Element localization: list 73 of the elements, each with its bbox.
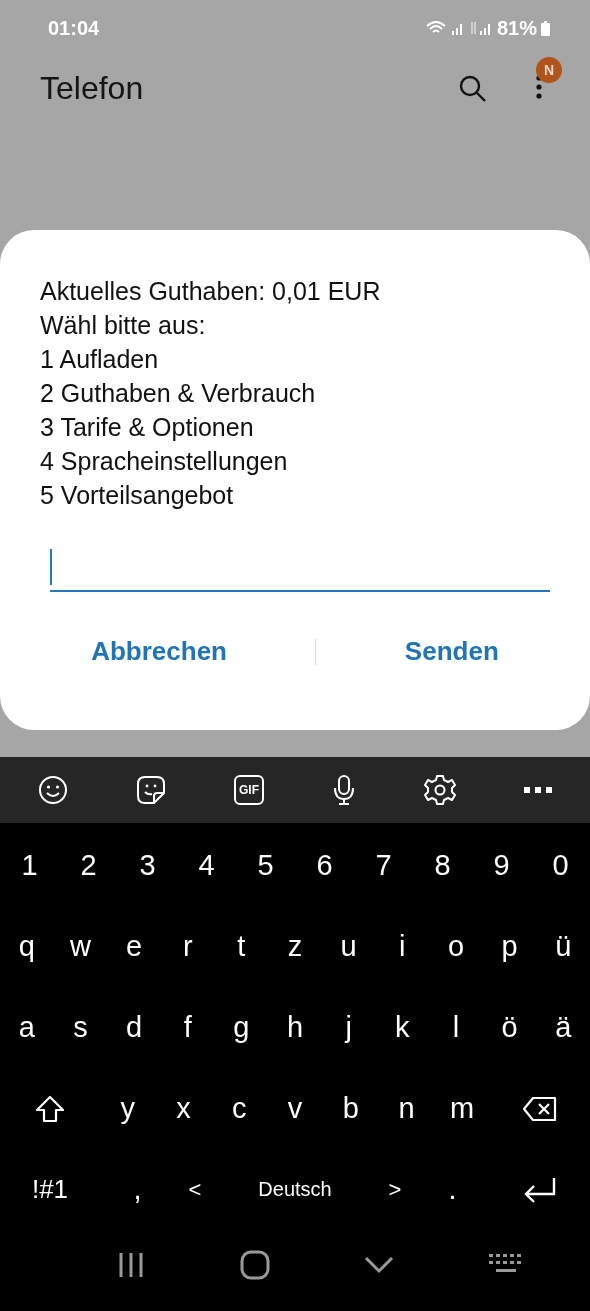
dialog-text-line: 4 Spracheinstellungen	[40, 446, 288, 477]
key[interactable]: j	[321, 992, 376, 1063]
key[interactable]: 3	[118, 830, 177, 901]
key[interactable]: d	[107, 992, 161, 1063]
key[interactable]: ö	[482, 992, 537, 1063]
key[interactable]: i	[375, 911, 430, 982]
battery-percentage: 81%	[496, 16, 537, 40]
dialog-text-line: 1 Aufladen	[40, 344, 159, 375]
language-switch-key[interactable]: <	[175, 1154, 215, 1225]
key[interactable]: g	[214, 992, 269, 1063]
key[interactable]: n	[378, 1073, 435, 1144]
dialog-text-line: Aktuelles Guthaben: 0,01 EUR	[40, 276, 381, 307]
language-switch-key[interactable]: >	[375, 1154, 415, 1225]
key[interactable]: l	[429, 992, 483, 1063]
key[interactable]: a	[0, 992, 54, 1063]
key[interactable]: ä	[536, 992, 590, 1063]
key[interactable]: ,	[100, 1154, 175, 1225]
app-title: Telefon	[40, 70, 144, 107]
dialog-text-line: 3 Tarife & Optionen	[40, 412, 254, 443]
enter-icon[interactable]	[523, 1175, 557, 1204]
key[interactable]: w	[53, 911, 108, 982]
status-time: 01:04	[48, 16, 100, 40]
key[interactable]: 1	[0, 830, 59, 901]
key[interactable]: u	[321, 911, 376, 982]
microphone-icon[interactable]	[332, 774, 356, 806]
key[interactable]: h	[268, 992, 322, 1063]
key[interactable]: 7	[354, 830, 413, 901]
gif-button[interactable]: GIF	[234, 775, 264, 805]
key[interactable]: z	[268, 911, 322, 982]
key[interactable]: 2	[59, 830, 118, 901]
notification-badge: N	[536, 56, 562, 83]
battery-icon	[541, 20, 550, 36]
key[interactable]: c	[211, 1073, 268, 1144]
key[interactable]: p	[482, 911, 537, 982]
key[interactable]: 4	[177, 830, 236, 901]
dialog-text-line: Wähl bitte aus:	[40, 310, 206, 341]
key[interactable]: 8	[413, 830, 472, 901]
recent-apps-icon[interactable]	[117, 1250, 146, 1279]
key[interactable]: m	[434, 1073, 491, 1144]
key[interactable]: v	[267, 1073, 323, 1144]
key[interactable]: 9	[472, 830, 531, 901]
key[interactable]: e	[107, 911, 161, 982]
key[interactable]: .	[415, 1154, 490, 1225]
home-icon[interactable]	[239, 1249, 270, 1280]
key[interactable]: 0	[531, 830, 590, 901]
key[interactable]: k	[375, 992, 430, 1063]
key[interactable]: 5	[236, 830, 295, 901]
settings-icon[interactable]	[424, 774, 456, 806]
key[interactable]: q	[0, 911, 54, 982]
shift-icon[interactable]	[35, 1093, 65, 1124]
dialog-text-line: 2 Guthaben & Verbrauch	[40, 378, 316, 409]
dialog-text-line: 5 Vorteilsangebot	[40, 480, 234, 511]
key[interactable]: t	[214, 911, 269, 982]
signal-icon	[468, 20, 493, 36]
key[interactable]: b	[322, 1073, 379, 1144]
chevron-down-icon[interactable]	[364, 1255, 395, 1274]
sticker-icon[interactable]	[136, 775, 166, 805]
key[interactable]: r	[160, 911, 215, 982]
dialog-button[interactable]: Abbrechen	[77, 628, 241, 675]
key[interactable]: x	[155, 1073, 212, 1144]
key[interactable]: ü	[536, 911, 590, 982]
key[interactable]: s	[53, 992, 108, 1063]
key[interactable]: o	[429, 911, 483, 982]
key[interactable]: y	[100, 1073, 156, 1144]
dialog-button[interactable]: Senden	[390, 628, 513, 675]
search-icon[interactable]	[458, 73, 488, 104]
backspace-icon[interactable]	[522, 1095, 559, 1122]
space-key[interactable]: Deutsch	[215, 1154, 375, 1225]
key[interactable]: 6	[295, 830, 354, 901]
symbols-key[interactable]: !#1	[0, 1154, 100, 1225]
more-icon[interactable]	[524, 787, 552, 793]
key[interactable]: f	[160, 992, 215, 1063]
emoji-icon[interactable]	[38, 775, 68, 805]
